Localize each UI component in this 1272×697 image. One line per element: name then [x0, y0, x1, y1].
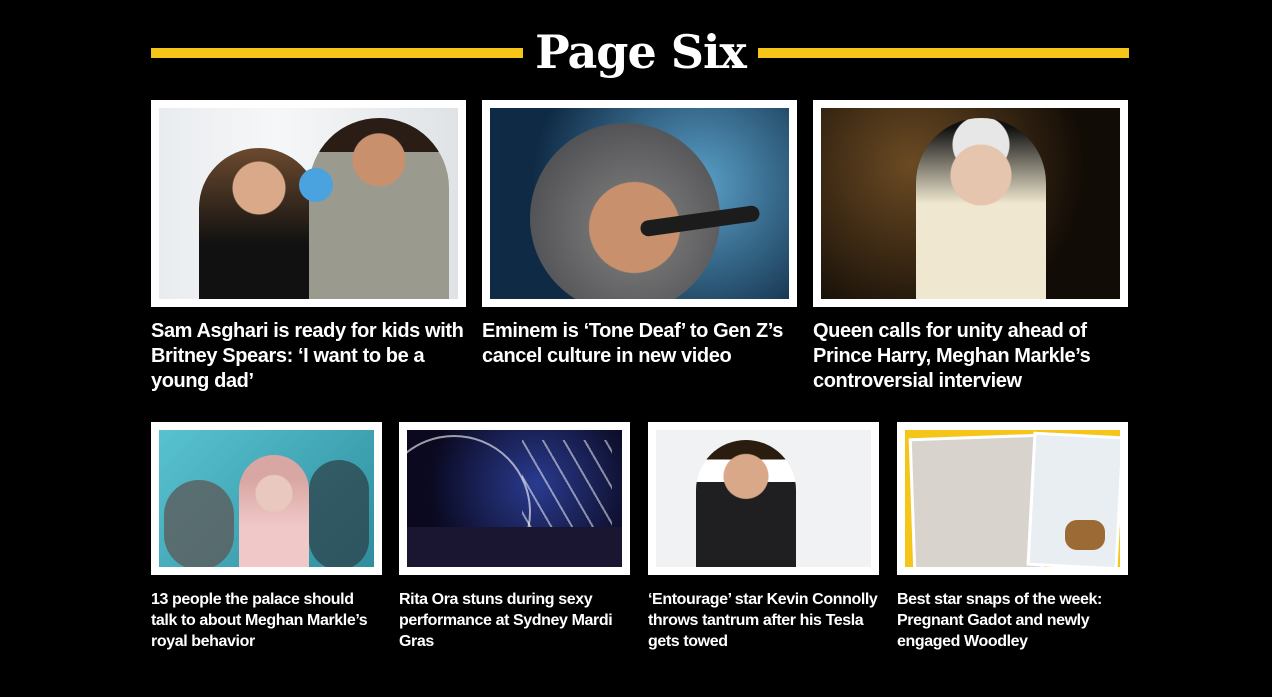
rita-ora-performance-photo: [407, 430, 622, 567]
britney-spears-sam-asghari-photo: [159, 108, 458, 299]
meghan-markle-collage-photo: [159, 430, 374, 567]
featured-article-1[interactable]: Sam Asghari is ready for kids with Britn…: [151, 100, 466, 394]
star-snaps-collage-photo: [905, 430, 1120, 567]
article-headline[interactable]: Best star snaps of the week: Pregnant Ga…: [897, 589, 1128, 652]
article-image-frame: [399, 422, 630, 575]
page-six-module: Page Six Sam Asghari is ready for kids w…: [0, 0, 1272, 697]
header-rule-right: [758, 48, 1129, 58]
article-image-frame: [897, 422, 1128, 575]
secondary-article-3[interactable]: ‘Entourage’ star Kevin Connolly throws t…: [648, 422, 879, 652]
article-headline[interactable]: 13 people the palace should talk to abou…: [151, 589, 382, 652]
article-headline[interactable]: Sam Asghari is ready for kids with Britn…: [151, 319, 466, 394]
page-six-logo[interactable]: Page Six: [523, 24, 758, 84]
article-image-frame: [482, 100, 797, 307]
eminem-performing-photo: [490, 108, 789, 299]
article-image-frame: [151, 422, 382, 575]
article-headline[interactable]: Queen calls for unity ahead of Prince Ha…: [813, 319, 1128, 394]
article-image-frame: [151, 100, 466, 307]
article-headline[interactable]: ‘Entourage’ star Kevin Connolly throws t…: [648, 589, 879, 652]
featured-article-2[interactable]: Eminem is ‘Tone Deaf’ to Gen Z’s cancel …: [482, 100, 797, 369]
secondary-article-4[interactable]: Best star snaps of the week: Pregnant Ga…: [897, 422, 1128, 652]
queen-elizabeth-photo: [821, 108, 1120, 299]
kevin-connolly-photo: [656, 430, 871, 567]
article-headline[interactable]: Rita Ora stuns during sexy performance a…: [399, 589, 630, 652]
secondary-article-1[interactable]: 13 people the palace should talk to abou…: [151, 422, 382, 652]
module-header: Page Six: [151, 24, 1129, 84]
header-rule-left: [151, 48, 523, 58]
article-headline[interactable]: Eminem is ‘Tone Deaf’ to Gen Z’s cancel …: [482, 319, 797, 369]
article-image-frame: [813, 100, 1128, 307]
article-image-frame: [648, 422, 879, 575]
featured-article-3[interactable]: Queen calls for unity ahead of Prince Ha…: [813, 100, 1128, 394]
secondary-article-2[interactable]: Rita Ora stuns during sexy performance a…: [399, 422, 630, 652]
